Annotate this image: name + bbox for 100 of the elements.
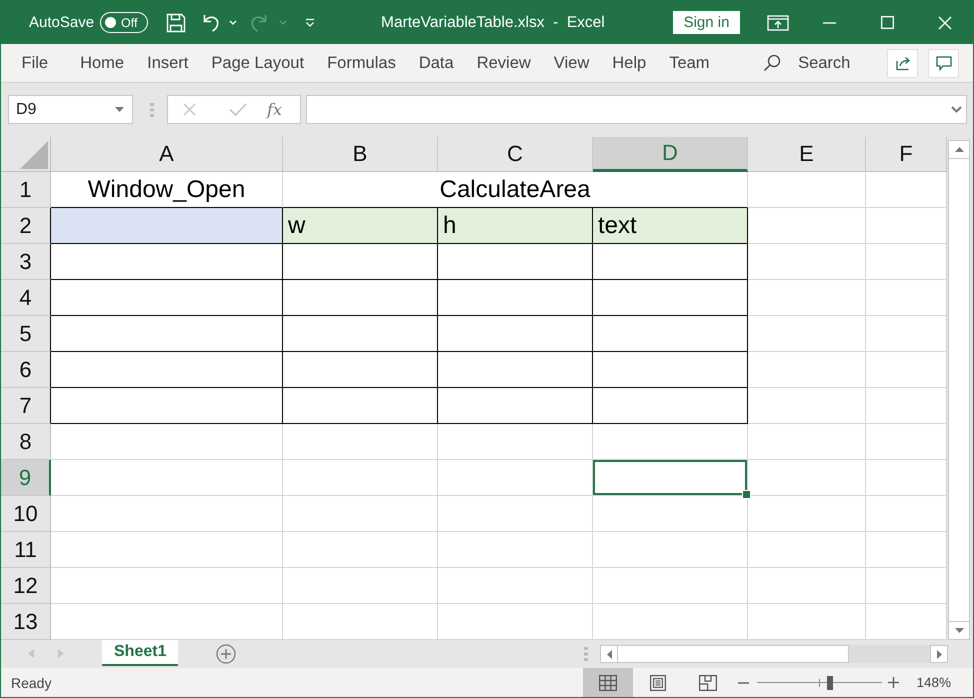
expand-chevron-icon[interactable]: [951, 106, 962, 113]
spreadsheet-cell[interactable]: [438, 352, 593, 388]
row-header[interactable]: 4: [1, 280, 51, 316]
row-header[interactable]: 3: [1, 244, 51, 280]
spreadsheet-cell[interactable]: [51, 244, 283, 280]
share-icon: [894, 55, 910, 71]
ribbon-tab[interactable]: View: [542, 54, 601, 72]
ribbon-tab[interactable]: Page Layout: [200, 54, 316, 72]
row-header[interactable]: 11: [1, 532, 51, 568]
row-header[interactable]: 5: [1, 316, 51, 352]
minimize-icon[interactable]: [823, 22, 836, 24]
triangle-up-icon: [954, 147, 964, 152]
comments-button[interactable]: [928, 48, 959, 78]
spreadsheet-cell[interactable]: [51, 208, 283, 244]
row-header[interactable]: 10: [1, 496, 51, 532]
zoom-percentage[interactable]: 148%: [916, 675, 951, 690]
spreadsheet-cell[interactable]: w: [283, 208, 438, 244]
spreadsheet-cell[interactable]: [438, 280, 593, 316]
row-header[interactable]: 7: [1, 388, 51, 424]
triangle-left-icon[interactable]: [28, 649, 34, 658]
grip-dots-icon: [150, 102, 154, 118]
scroll-left-button[interactable]: [600, 645, 618, 663]
ribbon-display-options-icon[interactable]: [767, 14, 789, 30]
autosave-label: AutoSave: [29, 14, 94, 31]
ribbon-tab[interactable]: Formulas: [316, 54, 408, 72]
spreadsheet-cell[interactable]: [438, 316, 593, 352]
ribbon-tab[interactable]: File: [10, 54, 60, 72]
search-button[interactable]: Search: [798, 54, 850, 72]
grid-icon: [599, 674, 618, 690]
minus-icon[interactable]: [738, 682, 750, 684]
column-header[interactable]: E: [748, 137, 866, 172]
row-header[interactable]: 8: [1, 424, 51, 460]
slider-thumb[interactable]: [826, 676, 833, 690]
customize-toolbar-icon[interactable]: [305, 18, 316, 28]
sheet-tab[interactable]: Sheet1: [102, 640, 178, 666]
row-header[interactable]: 2: [1, 208, 51, 244]
spreadsheet-cell[interactable]: [593, 316, 748, 352]
column-header[interactable]: C: [438, 137, 593, 172]
scroll-down-button[interactable]: [948, 621, 970, 640]
row-header[interactable]: 13: [1, 604, 51, 640]
undo-icon[interactable]: [202, 12, 220, 32]
row-header[interactable]: 6: [1, 352, 51, 388]
spreadsheet-cell[interactable]: h: [438, 208, 593, 244]
row-header[interactable]: 9: [1, 460, 51, 496]
name-box[interactable]: D9: [8, 95, 133, 124]
spreadsheet-cell[interactable]: [593, 388, 748, 424]
fill-handle[interactable]: [742, 490, 751, 499]
column-header[interactable]: A: [51, 137, 283, 172]
spreadsheet-cell[interactable]: [283, 244, 438, 280]
scroll-right-button[interactable]: [930, 645, 948, 663]
close-icon[interactable]: [938, 16, 952, 30]
ribbon-tab[interactable]: Help: [600, 54, 658, 72]
spreadsheet-cell[interactable]: [283, 352, 438, 388]
scrollbar-thumb[interactable]: [618, 645, 849, 663]
column-header[interactable]: B: [283, 137, 438, 172]
ribbon-tab[interactable]: Insert: [136, 54, 200, 72]
column-header[interactable]: F: [866, 137, 947, 172]
status-text: Ready: [11, 674, 52, 690]
save-icon[interactable]: [166, 12, 186, 32]
autosave-toggle[interactable]: Off: [100, 12, 148, 33]
ribbon-tab[interactable]: Team: [658, 54, 722, 72]
sign-in-button[interactable]: Sign in: [673, 11, 740, 34]
spreadsheet-cell[interactable]: [438, 388, 593, 424]
triangle-right-icon[interactable]: [58, 649, 64, 658]
maximize-icon[interactable]: [881, 16, 894, 29]
column-header[interactable]: D: [593, 137, 748, 172]
check-icon[interactable]: [229, 103, 247, 116]
spreadsheet-cell[interactable]: [283, 316, 438, 352]
plus-icon[interactable]: [888, 677, 900, 688]
row-header[interactable]: 12: [1, 568, 51, 604]
spreadsheet-cell[interactable]: [438, 244, 593, 280]
ribbon-tab[interactable]: Review: [465, 54, 542, 72]
grip-dots-icon: [584, 646, 588, 662]
horizontal-scrollbar[interactable]: [600, 645, 948, 663]
scroll-up-button[interactable]: [948, 140, 970, 159]
spreadsheet-cell[interactable]: [283, 388, 438, 424]
select-all-button[interactable]: [1, 137, 51, 172]
spreadsheet-cell[interactable]: [283, 280, 438, 316]
spreadsheet-cell[interactable]: [593, 280, 748, 316]
spreadsheet-cell[interactable]: [51, 316, 283, 352]
ribbon-tab[interactable]: Home: [68, 54, 136, 72]
cancel-icon[interactable]: [183, 103, 196, 116]
spreadsheet-cell[interactable]: [593, 352, 748, 388]
share-button[interactable]: [887, 48, 918, 78]
spreadsheet-cell[interactable]: [51, 388, 283, 424]
row-header[interactable]: 1: [1, 172, 51, 208]
comment-icon: [936, 56, 952, 70]
ribbon-tab[interactable]: Data: [407, 54, 466, 72]
spreadsheet-cell[interactable]: [593, 244, 748, 280]
insert-function-button[interactable]: fx: [267, 100, 282, 119]
view-button[interactable]: [583, 668, 634, 697]
spreadsheet-cell[interactable]: [51, 352, 283, 388]
formula-input[interactable]: [306, 95, 967, 124]
spreadsheet-cell[interactable]: text: [593, 208, 748, 244]
spreadsheet-cell[interactable]: [51, 280, 283, 316]
switch-knob-icon: [105, 17, 116, 28]
page-layout-icon: [650, 674, 666, 690]
add-sheet-icon[interactable]: [216, 644, 236, 664]
corner-triangle-icon: [20, 141, 48, 169]
caret-icon[interactable]: [229, 20, 238, 25]
